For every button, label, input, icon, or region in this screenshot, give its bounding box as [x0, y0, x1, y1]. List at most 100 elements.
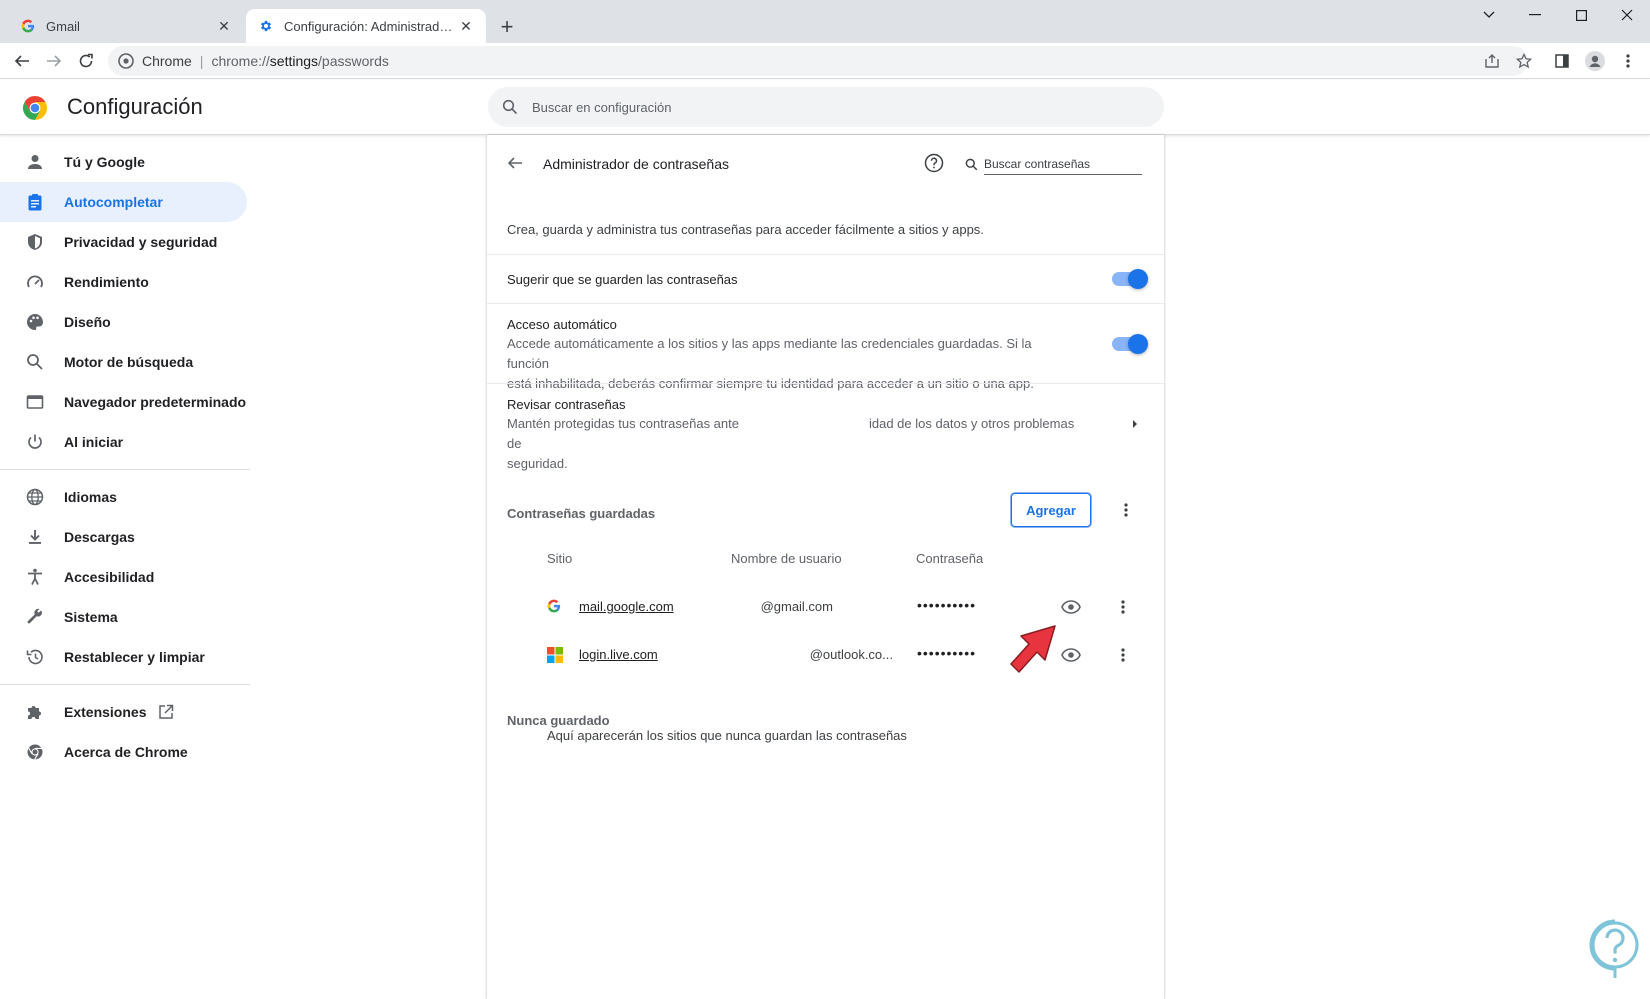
- check-passwords-description: Mantén protegidas tus contraseñas ante id…: [507, 416, 1075, 471]
- close-tab-icon[interactable]: ✕: [216, 18, 232, 34]
- puzzle-icon: [25, 702, 45, 722]
- browser-toolbar: Chrome | chrome://settings/passwords: [0, 43, 1650, 79]
- settings-header: Configuración: [0, 80, 1650, 135]
- forward-arrow-icon[interactable]: [40, 47, 68, 75]
- sidebar-item-appearance[interactable]: Diseño: [0, 302, 247, 342]
- settings-search-box[interactable]: [488, 87, 1164, 127]
- microsoft-icon: [547, 647, 563, 663]
- more-vert-icon[interactable]: [1111, 643, 1135, 667]
- chrome-menu-icon[interactable]: [1614, 47, 1642, 75]
- column-header-password: Contraseña: [916, 551, 984, 566]
- close-tab-icon[interactable]: ✕: [458, 18, 474, 34]
- password-manager-card: Administrador de contraseñas Crea, guard…: [487, 135, 1164, 999]
- sidebar-item-label: Diseño: [64, 314, 111, 330]
- download-icon: [25, 527, 45, 547]
- password-value: ••••••••••: [917, 645, 977, 661]
- check-passwords-label: Revisar contraseñas: [507, 397, 626, 412]
- sidebar-item-label: Motor de búsqueda: [64, 354, 194, 370]
- gear-icon: [258, 18, 274, 34]
- sidebar-item-downloads[interactable]: Descargas: [0, 517, 247, 557]
- sidebar-item-reset[interactable]: Restablecer y limpiar: [0, 637, 247, 677]
- site-label: Chrome: [142, 53, 192, 69]
- password-search-box[interactable]: [965, 151, 1145, 177]
- sidebar-item-label: Privacidad y seguridad: [64, 234, 218, 250]
- maximize-icon[interactable]: [1558, 0, 1604, 30]
- sidebar-item-languages[interactable]: Idiomas: [0, 477, 247, 517]
- palette-icon: [25, 312, 45, 332]
- person-icon: [25, 152, 45, 172]
- show-password-eye-icon[interactable]: [1060, 596, 1082, 618]
- tab-search-chevron-icon[interactable]: [1466, 0, 1512, 30]
- sidebar-item-label: Acerca de Chrome: [64, 744, 188, 760]
- never-saved-empty-text: Aquí aparecerán los sitios que nunca gua…: [547, 728, 907, 743]
- sidebar-item-you-and-google[interactable]: Tú y Google: [0, 142, 247, 182]
- sidebar-item-performance[interactable]: Rendimiento: [0, 262, 247, 302]
- chrome-icon: [118, 53, 134, 69]
- never-saved-title: Nunca guardado: [507, 713, 610, 728]
- check-passwords-row[interactable]: Revisar contraseñas Mantén protegidas tu…: [487, 383, 1164, 471]
- url-text: chrome://settings/passwords: [211, 53, 389, 69]
- site-link[interactable]: mail.google.com: [579, 599, 674, 614]
- close-window-icon[interactable]: [1604, 0, 1650, 30]
- profile-avatar-icon[interactable]: [1581, 47, 1609, 75]
- tab-strip: Gmail ✕ Configuración: Administrador de …: [0, 0, 1650, 43]
- sidebar-item-label: Restablecer y limpiar: [64, 649, 205, 665]
- url-separator: |: [199, 53, 204, 69]
- sidebar-item-privacy[interactable]: Privacidad y seguridad: [0, 222, 247, 262]
- back-arrow-icon[interactable]: [8, 47, 36, 75]
- sidebar-item-label: Al iniciar: [64, 434, 124, 450]
- reload-icon[interactable]: [72, 47, 100, 75]
- sidebar-divider: [0, 684, 250, 685]
- share-icon[interactable]: [1478, 47, 1506, 75]
- sidebar-item-system[interactable]: Sistema: [0, 597, 247, 637]
- chrome-logo-icon: [22, 95, 48, 121]
- history-icon: [25, 647, 45, 667]
- add-password-button[interactable]: Agregar: [1011, 493, 1091, 527]
- side-panel-icon[interactable]: [1548, 47, 1576, 75]
- sidebar-item-default-browser[interactable]: Navegador predeterminado: [0, 382, 247, 422]
- open-in-new-icon: [158, 704, 174, 720]
- card-title: Administrador de contraseñas: [543, 156, 729, 172]
- password-search-input[interactable]: [984, 153, 1142, 175]
- power-icon: [25, 432, 45, 452]
- auto-signin-label: Acceso automático: [507, 317, 617, 332]
- auto-signin-row: Acceso automático Accede automáticamente…: [487, 303, 1164, 391]
- tab-settings-passwords[interactable]: Configuración: Administrador de ✕: [246, 9, 486, 43]
- tab-title: Configuración: Administrador de: [284, 18, 458, 34]
- new-tab-button[interactable]: +: [494, 14, 520, 40]
- help-icon[interactable]: [923, 152, 945, 174]
- address-bar[interactable]: Chrome | chrome://settings/passwords: [108, 46, 1528, 76]
- sidebar-divider: [0, 469, 250, 470]
- sidebar-item-label: Autocompletar: [64, 194, 163, 210]
- watermark-logo-icon: [1588, 918, 1642, 980]
- sidebar-item-autofill[interactable]: Autocompletar: [0, 182, 247, 222]
- speedometer-icon: [25, 272, 45, 292]
- sidebar-item-label: Idiomas: [64, 489, 117, 505]
- tab-gmail[interactable]: Gmail ✕: [8, 9, 244, 43]
- search-icon: [25, 352, 45, 372]
- offer-save-toggle[interactable]: [1112, 269, 1148, 289]
- back-arrow-icon[interactable]: [503, 151, 527, 175]
- settings-sidebar: Tú y Google Autocompletar Privacidad y s…: [0, 142, 250, 772]
- sidebar-item-extensions[interactable]: Extensiones: [0, 692, 247, 732]
- minimize-icon[interactable]: [1512, 0, 1558, 30]
- sidebar-item-about-chrome[interactable]: Acerca de Chrome: [0, 732, 247, 772]
- page-title: Configuración: [67, 94, 203, 119]
- sidebar-item-accessibility[interactable]: Accesibilidad: [0, 557, 247, 597]
- auto-signin-toggle[interactable]: [1112, 334, 1148, 354]
- caret-right-icon: [1129, 418, 1141, 430]
- search-icon: [965, 158, 978, 171]
- bookmark-star-icon[interactable]: [1510, 47, 1538, 75]
- more-vert-icon[interactable]: [1111, 595, 1135, 619]
- chrome-icon: [25, 742, 45, 762]
- sidebar-item-on-startup[interactable]: Al iniciar: [0, 422, 247, 462]
- globe-icon: [25, 487, 45, 507]
- settings-search-input[interactable]: [532, 99, 1092, 115]
- more-vert-icon[interactable]: [1114, 498, 1138, 522]
- sidebar-item-search-engine[interactable]: Motor de búsqueda: [0, 342, 247, 382]
- column-header-site: Sitio: [547, 551, 573, 566]
- password-value: ••••••••••: [917, 597, 977, 613]
- search-icon: [502, 99, 518, 115]
- username-value: @outlook.co...: [809, 647, 893, 662]
- site-link[interactable]: login.live.com: [579, 647, 658, 662]
